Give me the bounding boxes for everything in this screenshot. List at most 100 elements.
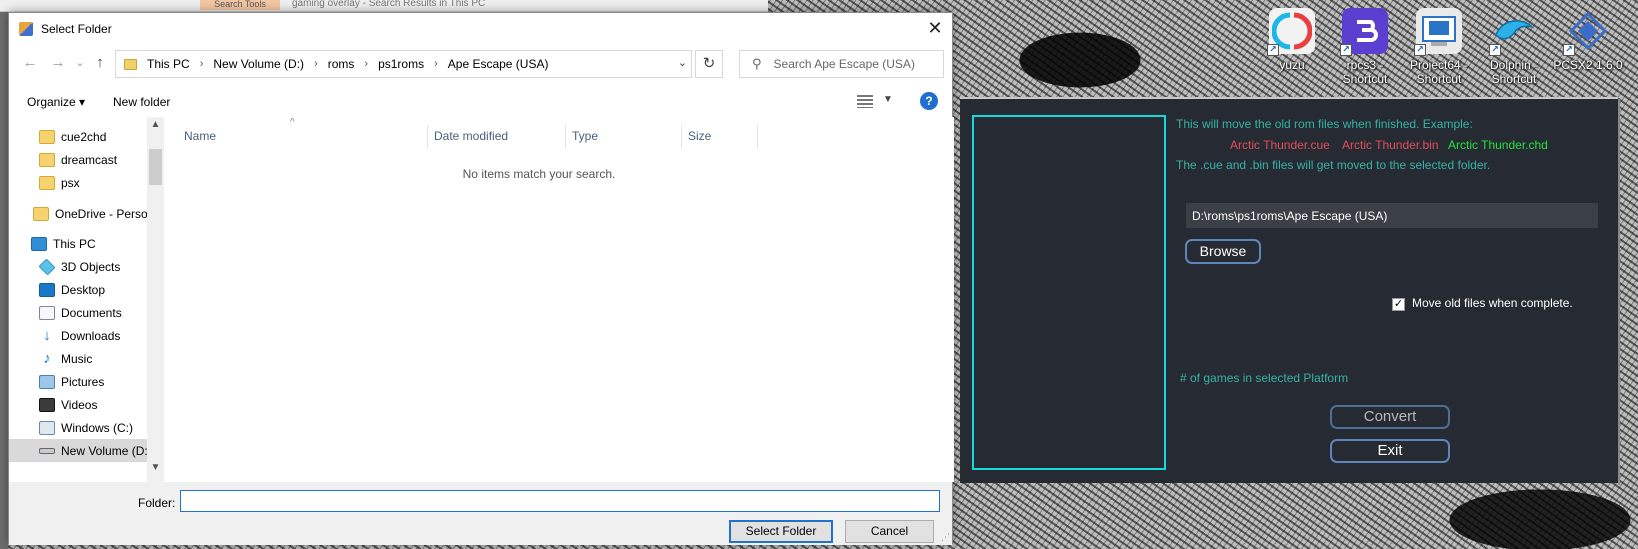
breadcrumb-separator[interactable]: › xyxy=(364,58,368,70)
nav-item-pictures[interactable]: Pictures xyxy=(9,370,155,393)
scroll-down-icon[interactable]: ▼ xyxy=(147,462,164,473)
onedrive-folder-icon xyxy=(33,206,49,221)
desktop-shortcut-rpcs3[interactable]: ↗ rpcs3 - Shortcut xyxy=(1330,8,1400,86)
nav-item-3d-objects[interactable]: 3D Objects xyxy=(9,255,155,278)
nav-item-videos[interactable]: Videos xyxy=(9,393,155,416)
pictures-icon xyxy=(39,374,55,389)
move-note-text: The .cue and .bin files will get moved t… xyxy=(1176,158,1491,172)
nav-item-documents[interactable]: Documents xyxy=(9,301,155,324)
browse-button[interactable]: Browse xyxy=(1185,239,1261,264)
resize-grip-icon[interactable]: ⋰ xyxy=(941,532,950,543)
nav-item-this-pc[interactable]: This PC xyxy=(9,232,155,255)
nav-item-dreamcast[interactable]: dreamcast xyxy=(9,148,155,171)
background-window-edge xyxy=(0,12,8,549)
back-arrow-icon[interactable]: ← xyxy=(19,53,41,73)
nav-pane-scrollbar[interactable]: ▲ ▼ xyxy=(147,117,164,482)
nav-item-windows-c[interactable]: Windows (C:) xyxy=(9,416,155,439)
videos-icon xyxy=(39,397,55,412)
breadcrumb-new-volume[interactable]: New Volume (D:) xyxy=(213,57,304,71)
nav-item-music[interactable]: ♪ Music xyxy=(9,347,155,370)
nav-item-downloads[interactable]: ↓ Downloads xyxy=(9,324,155,347)
convert-button[interactable]: Convert xyxy=(1330,405,1450,429)
nav-item-new-volume-d[interactable]: New Volume (D:) xyxy=(9,439,155,462)
background-window-title: gaming overlay - Search Results in This … xyxy=(292,0,486,9)
nav-item-label: Music xyxy=(61,351,93,366)
folder-icon xyxy=(39,152,55,167)
scroll-up-icon[interactable]: ▲ xyxy=(147,119,164,130)
refresh-icon[interactable]: ↻ xyxy=(695,50,723,78)
select-folder-dialog: Select Folder ✕ ← → ⌄ ↑ This PC › New Vo… xyxy=(8,12,954,545)
shortcut-arrow-icon: ↗ xyxy=(1414,44,1426,56)
chevron-down-icon[interactable]: ▼ xyxy=(883,94,893,105)
breadcrumb-ape-escape[interactable]: Ape Escape (USA) xyxy=(448,57,549,71)
exit-button[interactable]: Exit xyxy=(1330,439,1450,463)
nav-item-cue2chd[interactable]: cue2chd xyxy=(9,125,155,148)
breadcrumb-roms[interactable]: roms xyxy=(328,57,355,71)
drive-c-icon xyxy=(39,420,55,435)
nav-item-label: dreamcast xyxy=(61,152,118,167)
breadcrumb-separator[interactable]: › xyxy=(200,58,204,70)
shortcut-arrow-icon: ↗ xyxy=(1340,44,1352,56)
games-count-label: # of games in selected Platform xyxy=(1180,371,1349,385)
organize-menu[interactable]: Organize ▾ xyxy=(27,95,85,109)
view-options-icon[interactable] xyxy=(857,95,873,108)
info-text: This will move the old rom files when fi… xyxy=(1176,117,1473,131)
dialog-footer: Folder: Select Folder Cancel ⋰ xyxy=(9,482,952,545)
dialog-title: Select Folder xyxy=(41,21,112,36)
breadcrumb-separator[interactable]: › xyxy=(314,58,318,70)
breadcrumb-ps1roms[interactable]: ps1roms xyxy=(378,57,424,71)
desktop-icon xyxy=(39,282,55,297)
help-icon[interactable]: ? xyxy=(920,92,938,110)
move-old-files-checkbox[interactable]: ✓ xyxy=(1392,298,1405,311)
forward-arrow-icon[interactable]: → xyxy=(47,53,69,73)
close-button[interactable]: ✕ xyxy=(922,17,948,41)
shortcut-arrow-icon: ↗ xyxy=(1267,44,1279,56)
up-arrow-icon[interactable]: ↑ xyxy=(89,53,111,73)
nav-item-label: cue2chd xyxy=(61,129,107,144)
breadcrumb-separator[interactable]: › xyxy=(434,58,438,70)
command-toolbar: Organize ▾ New folder ▼ ? xyxy=(9,87,952,117)
drive-d-icon xyxy=(39,447,55,454)
nav-item-onedrive[interactable]: OneDrive - Personal xyxy=(9,202,164,225)
desktop-shortcut-label: PCSX2 1.6.0 xyxy=(1553,58,1623,72)
empty-results-message: No items match your search. xyxy=(462,167,616,181)
move-old-files-label: Move old files when complete. xyxy=(1412,296,1573,310)
search-box[interactable]: ⚲ xyxy=(739,50,944,78)
cancel-button[interactable]: Cancel xyxy=(845,520,934,543)
project64-icon: ↗ xyxy=(1414,8,1462,56)
scrollbar-thumb[interactable] xyxy=(149,149,162,185)
search-input[interactable] xyxy=(773,57,934,71)
this-pc-icon xyxy=(31,236,47,251)
dolphin-icon: ↗ xyxy=(1489,8,1537,56)
desktop-shortcut-yuzu[interactable]: ↗ yuzu xyxy=(1257,8,1327,72)
desktop-shortcut-dolphin[interactable]: ↗ Dolphin - Shortcut xyxy=(1479,8,1549,86)
recent-locations-chevron-icon[interactable]: ⌄ xyxy=(69,53,91,73)
chevron-down-icon[interactable]: ⌄ xyxy=(678,56,687,69)
new-folder-button[interactable]: New folder xyxy=(113,95,170,109)
documents-icon xyxy=(39,305,55,320)
column-header-type[interactable]: Type xyxy=(566,125,682,149)
folder-name-input[interactable] xyxy=(180,490,940,512)
column-header-size[interactable]: Size xyxy=(682,125,758,149)
downloads-icon: ↓ xyxy=(43,326,51,344)
desktop-shortcut-project64[interactable]: ↗ Project64 - Shortcut xyxy=(1404,8,1474,86)
yuzu-icon: ↗ xyxy=(1267,8,1315,56)
nav-item-psx[interactable]: psx xyxy=(9,171,155,194)
nav-item-label: Pictures xyxy=(61,374,105,389)
dialog-titlebar[interactable]: Select Folder ✕ xyxy=(9,13,952,44)
folder-field-label: Folder: xyxy=(138,496,176,510)
nav-item-label: Documents xyxy=(61,305,122,320)
breadcrumb-this-pc[interactable]: This PC xyxy=(147,57,190,71)
column-header-name[interactable]: Name xyxy=(170,125,428,149)
nav-item-desktop[interactable]: Desktop xyxy=(9,278,155,301)
select-folder-button[interactable]: Select Folder xyxy=(729,520,833,543)
desktop-shortcut-pcsx2[interactable]: ↗ PCSX2 1.6.0 xyxy=(1553,8,1623,72)
column-header-date-modified[interactable]: Date modified xyxy=(428,125,566,149)
nav-item-label: psx xyxy=(61,175,80,190)
rpcs3-icon: ↗ xyxy=(1340,8,1388,56)
folder-icon xyxy=(39,175,55,190)
music-icon: ♪ xyxy=(43,349,51,367)
address-bar[interactable]: This PC › New Volume (D:) › roms › ps1ro… xyxy=(115,50,692,78)
folder-path-input[interactable] xyxy=(1186,203,1598,228)
search-icon: ⚲ xyxy=(752,56,762,71)
